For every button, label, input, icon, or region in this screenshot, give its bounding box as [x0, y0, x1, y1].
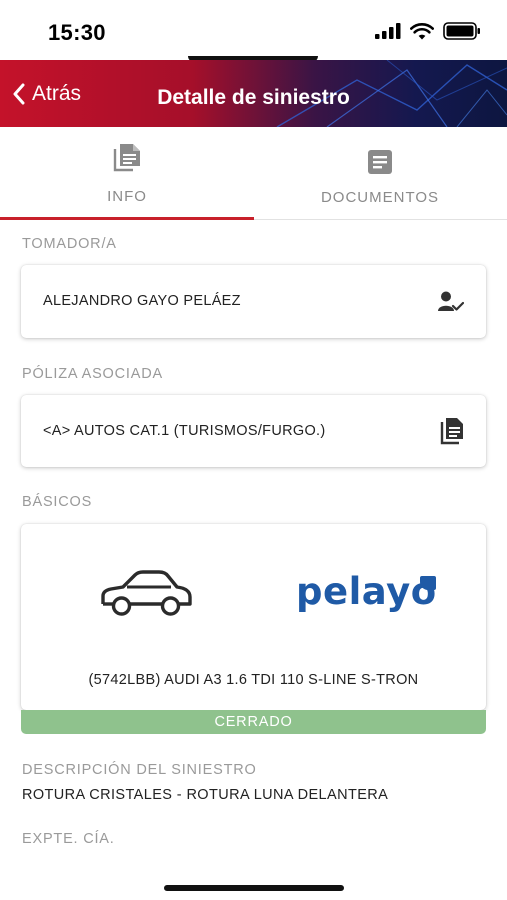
document-stack-icon	[113, 144, 140, 172]
vehicle-card[interactable]: pelayo (5742LBB) AUDI A3 1.6 TDI 110 S-L…	[21, 524, 486, 710]
car-icon	[101, 570, 192, 616]
wifi-icon	[410, 22, 434, 39]
status-time: 15:30	[48, 20, 106, 45]
descripcion-value: ROTURA CRISTALES - ROTURA LUNA DELANTERA	[22, 787, 389, 803]
basicos-label: BÁSICOS	[22, 494, 93, 510]
cellular-signal-icon	[375, 23, 401, 39]
brand-text: pelayo	[296, 570, 437, 613]
battery-icon	[443, 22, 480, 40]
vehicle-description: (5742LBB) AUDI A3 1.6 TDI 110 S-LINE S-T…	[88, 672, 419, 688]
poliza-value: <A> AUTOS CAT.1 (TURISMOS/FURGO.)	[43, 423, 326, 439]
logo-flag-icon	[420, 576, 436, 590]
page-title-text: Detalle de siniestro	[157, 86, 350, 109]
expte-label: EXPTE. CÍA.	[22, 831, 115, 847]
pelayo-logo: pelayo	[296, 570, 437, 613]
tab-documentos-label: DOCUMENTOS	[320, 189, 440, 206]
tab-documentos[interactable]: DOCUMENTOS	[253, 127, 507, 220]
status-icons	[375, 22, 481, 40]
active-tab-indicator	[0, 217, 254, 220]
navigation-bar: Atrás Detalle de siniestro	[0, 60, 507, 127]
tab-info[interactable]: INFO	[0, 127, 254, 220]
document-icon	[440, 418, 463, 445]
status-badge: CERRADO	[21, 710, 486, 734]
tab-info-label: INFO	[107, 188, 147, 205]
status-bar: 15:30	[0, 0, 507, 62]
tomador-value: ALEJANDRO GAYO PELÁEZ	[43, 293, 241, 309]
document-icon	[368, 150, 392, 174]
descripcion-label: DESCRIPCIÓN DEL SINIESTRO	[22, 762, 257, 778]
tomador-card[interactable]: ALEJANDRO GAYO PELÁEZ	[21, 265, 486, 338]
home-indicator	[164, 885, 344, 891]
page-title: Detalle de siniestro	[0, 86, 507, 110]
tab-bar: INFO DOCUMENTOS	[0, 127, 507, 220]
tomador-label: TOMADOR/A	[22, 236, 117, 252]
poliza-card[interactable]: <A> AUTOS CAT.1 (TURISMOS/FURGO.)	[21, 395, 486, 467]
poliza-label: PÓLIZA ASOCIADA	[22, 366, 163, 382]
person-check-icon	[438, 291, 464, 311]
